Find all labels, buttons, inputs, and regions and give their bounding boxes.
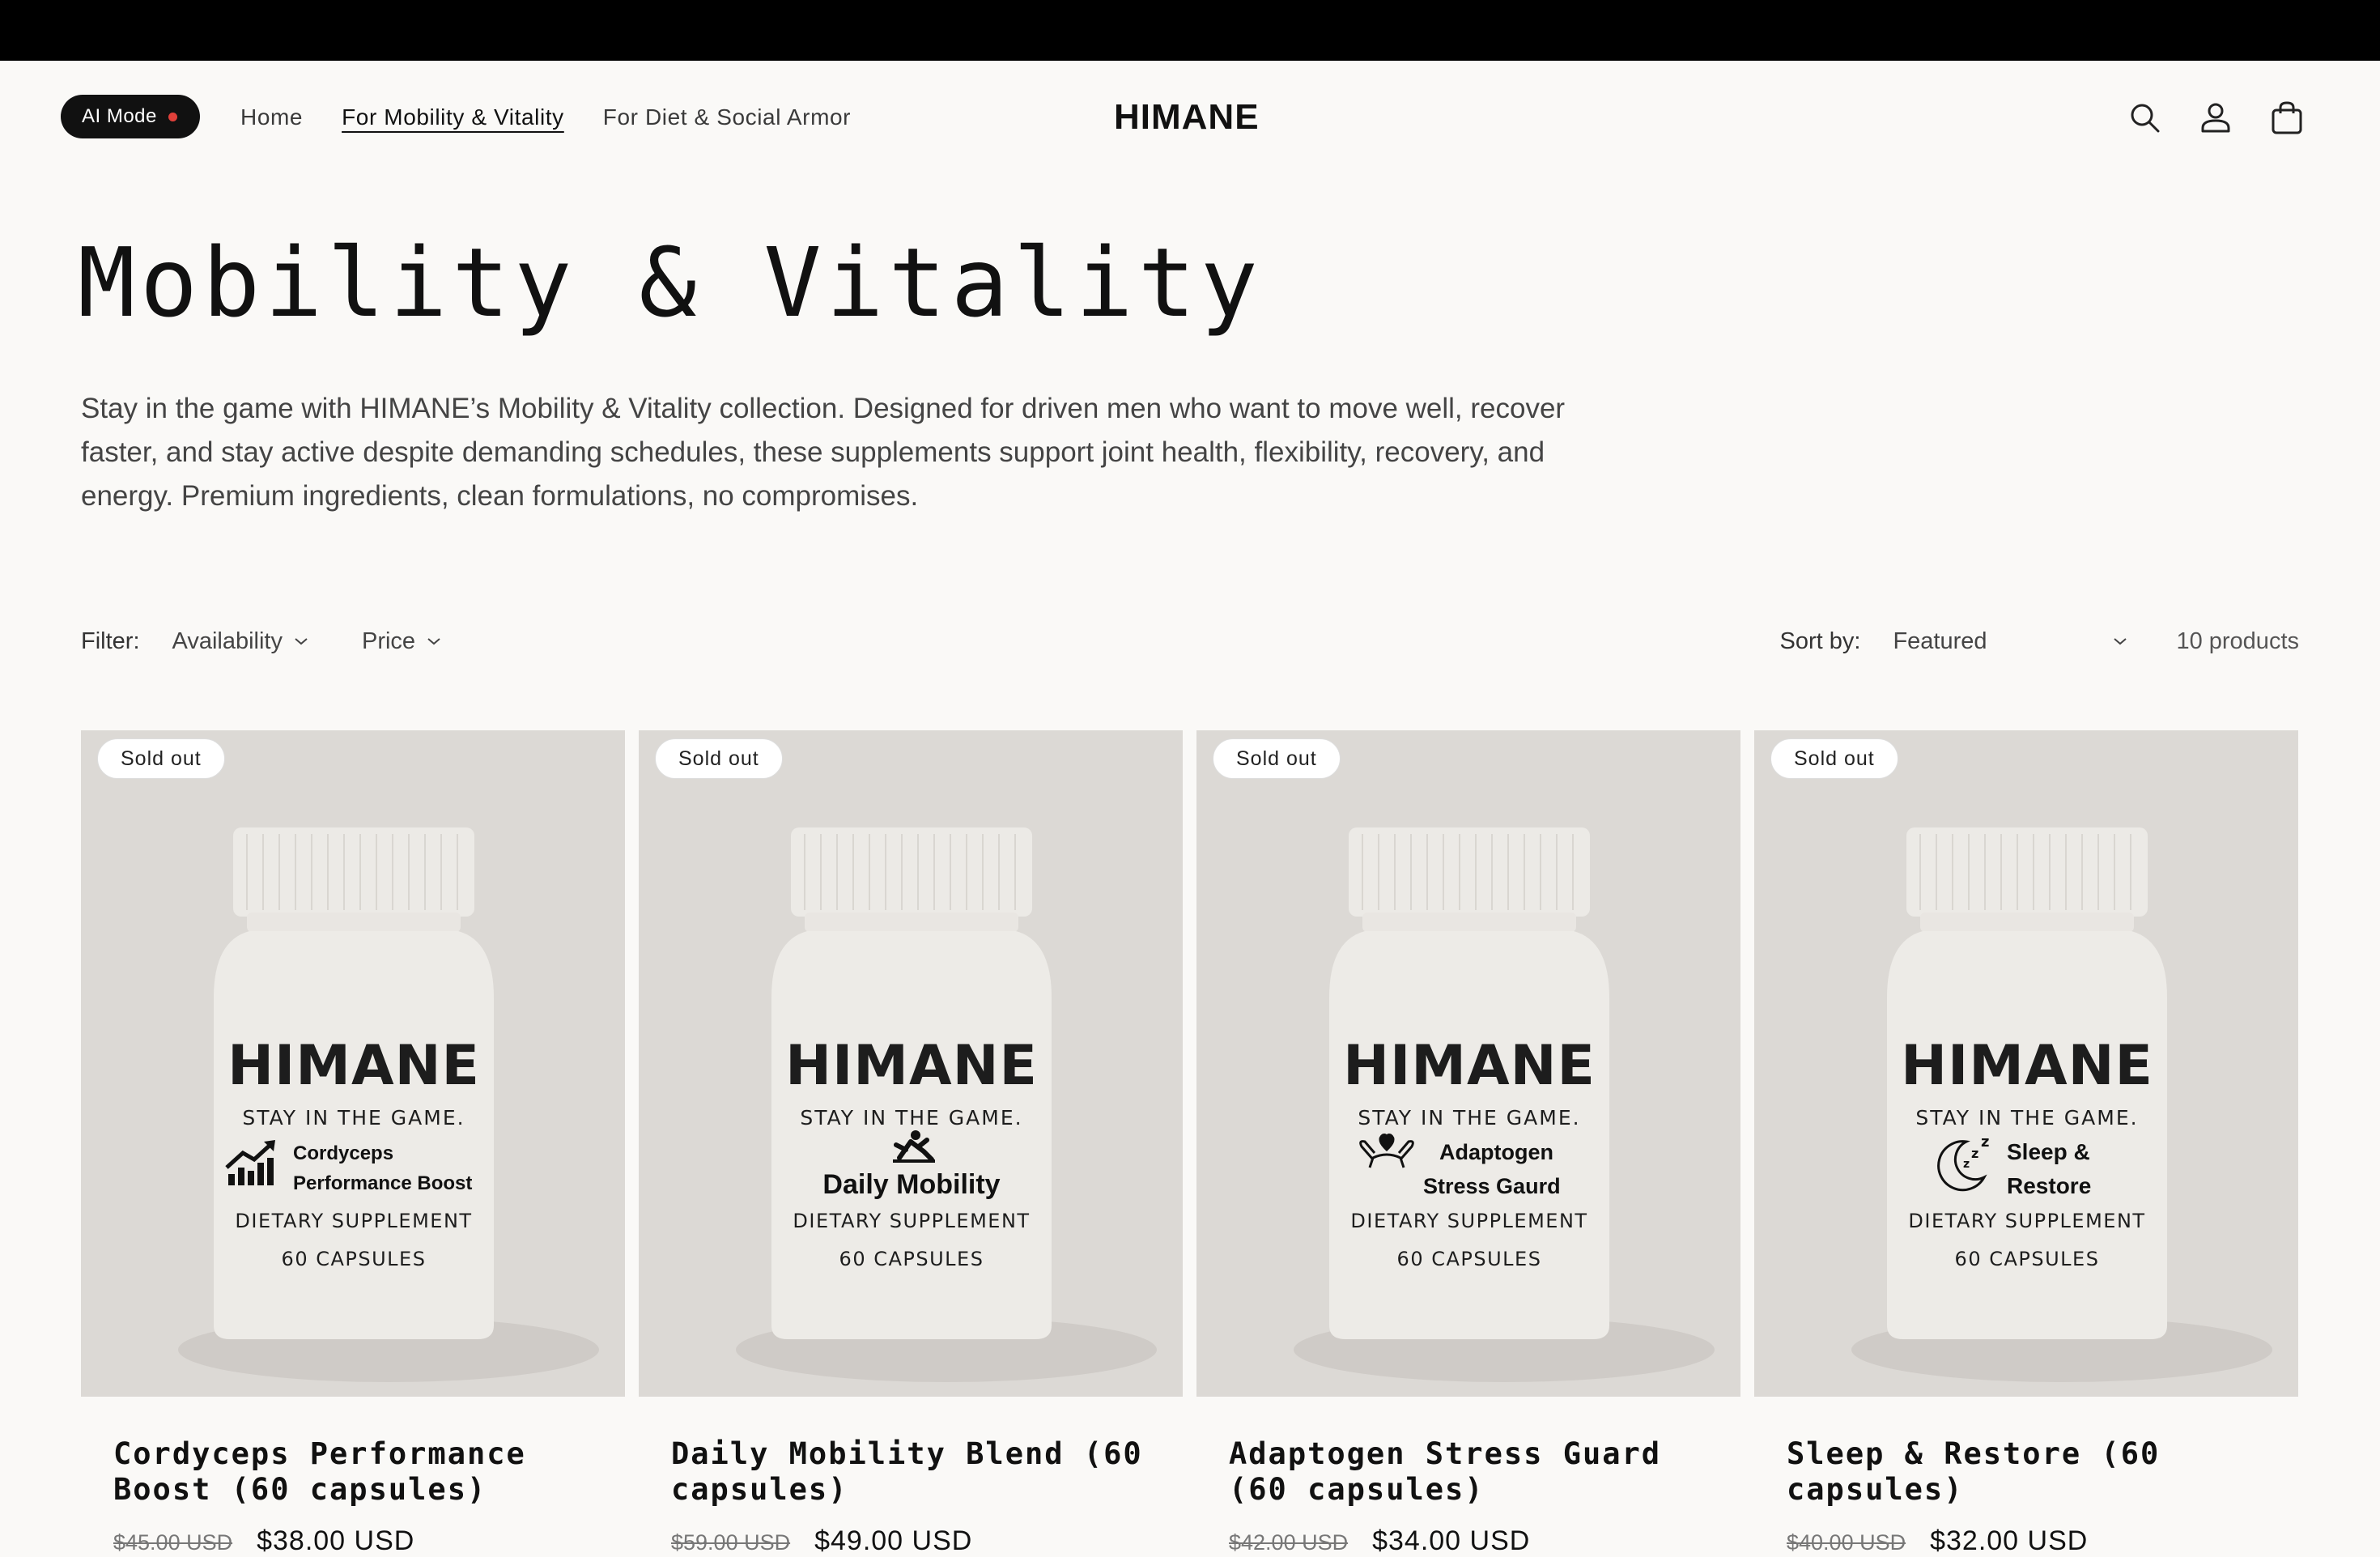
bottle-tagline: STAY IN THE GAME. (1358, 1106, 1580, 1129)
bottle-brand: HIMANE (227, 1034, 480, 1098)
product-price: $40.00 USD $32.00 USD (1787, 1525, 2088, 1557)
product-image[interactable]: HIMANE STAY IN THE GAME. Daily Mobility … (639, 730, 1183, 1397)
chevron-down-icon (427, 638, 440, 645)
compare-at-price: $42.00 USD (1229, 1530, 1349, 1555)
sold-out-badge: Sold out (97, 738, 225, 779)
product-card[interactable]: HIMANE STAY IN THE GAME. Cordyceps Perfo… (81, 730, 625, 1556)
sold-out-badge: Sold out (1213, 738, 1341, 779)
search-icon[interactable] (2127, 100, 2162, 135)
sold-out-badge: Sold out (655, 738, 783, 779)
site-logo[interactable]: HIMANE (1114, 61, 1260, 174)
bottle-illustration: HIMANE STAY IN THE GAME. z z z Sleep & R… (1851, 827, 2272, 1382)
bottle-supplement: DIETARY SUPPLEMENT (1350, 1210, 1587, 1232)
cart-icon[interactable] (2269, 100, 2305, 135)
bottle-illustration: HIMANE STAY IN THE GAME. Daily Mobility … (736, 827, 1157, 1382)
compare-at-price: $40.00 USD (1787, 1530, 1906, 1555)
account-icon[interactable] (2198, 100, 2233, 135)
bottle-illustration: HIMANE STAY IN THE GAME. Cordyceps Perfo… (178, 827, 599, 1382)
product-title[interactable]: Sleep & Restore (60 capsules) (1787, 1436, 2289, 1508)
bottle-brand: HIMANE (785, 1034, 1038, 1098)
bottle-product-line2: Performance Boost (293, 1172, 472, 1194)
svg-text:z: z (1963, 1158, 1970, 1171)
main-nav: Home For Mobility & Vitality For Diet & … (240, 61, 851, 174)
sale-price: $34.00 USD (1372, 1525, 1531, 1556)
product-card[interactable]: HIMANE STAY IN THE GAME. z z z Sleep & R… (1754, 730, 2298, 1556)
bottle-capsules: 60 CAPSULES (839, 1248, 984, 1270)
chevron-down-icon (295, 638, 308, 645)
ai-mode-status-dot (168, 112, 177, 121)
bottle-illustration: HIMANE STAY IN THE GAME. Adaptogen Stres… (1294, 827, 1715, 1382)
product-image[interactable]: HIMANE STAY IN THE GAME. Adaptogen Stres… (1196, 730, 1740, 1397)
collection-description: Stay in the game with HIMANE’s Mobility … (81, 393, 1566, 512)
product-title[interactable]: Adaptogen Stress Guard (60 capsules) (1229, 1436, 1731, 1508)
sale-price: $38.00 USD (257, 1525, 415, 1556)
product-image[interactable]: HIMANE STAY IN THE GAME. z z z Sleep & R… (1754, 730, 2298, 1397)
sort-select[interactable]: Featured (1893, 628, 2127, 655)
product-count: 10 products (2176, 627, 2299, 654)
site-header: AI Mode Home For Mobility & Vitality For… (0, 61, 2380, 174)
bottle-supplement: DIETARY SUPPLEMENT (793, 1210, 1030, 1232)
bottle-capsules: 60 CAPSULES (282, 1248, 427, 1270)
product-title[interactable]: Cordyceps Performance Boost (60 capsules… (113, 1436, 615, 1508)
compare-at-price: $59.00 USD (671, 1530, 791, 1555)
chevron-down-icon (2114, 638, 2127, 645)
bottle-product-line2: Restore (2007, 1173, 2091, 1198)
product-price: $59.00 USD $49.00 USD (671, 1525, 972, 1557)
svg-text:z: z (1981, 1134, 1989, 1151)
bottle-tagline: STAY IN THE GAME. (1915, 1106, 2138, 1129)
filter-bar: Filter: Availability Price Sort by: Feat… (81, 615, 2299, 667)
sort-select-value: Featured (1893, 627, 1987, 654)
product-price: $45.00 USD $38.00 USD (113, 1525, 414, 1557)
bottle-product-line1: Sleep & (2007, 1139, 2090, 1164)
bottle-brand: HIMANE (1343, 1034, 1596, 1098)
ai-mode-toggle[interactable]: AI Mode (61, 95, 200, 138)
bottle-supplement: DIETARY SUPPLEMENT (235, 1210, 472, 1232)
bottle-capsules: 60 CAPSULES (1397, 1248, 1542, 1270)
page-title: Mobility & Vitality (78, 227, 1263, 338)
product-image[interactable]: HIMANE STAY IN THE GAME. Cordyceps Perfo… (81, 730, 625, 1397)
top-announcement-bar (0, 0, 2380, 61)
svg-text:z: z (1971, 1146, 1978, 1161)
bottle-product-line1: Daily Mobility (822, 1169, 1000, 1200)
nav-home[interactable]: Home (240, 104, 303, 130)
bottle-supplement: DIETARY SUPPLEMENT (1908, 1210, 2145, 1232)
sold-out-badge: Sold out (1770, 738, 1898, 779)
bottle-tagline: STAY IN THE GAME. (800, 1106, 1022, 1129)
bottle-product-line1: Cordyceps (293, 1142, 393, 1164)
sort-label: Sort by: (1779, 627, 1861, 654)
bottle-brand: HIMANE (1901, 1034, 2153, 1098)
price-filter-label: Price (361, 627, 416, 654)
bottle-product-line1: Adaptogen (1439, 1140, 1553, 1164)
availability-filter-label: Availability (172, 627, 283, 654)
product-card[interactable]: HIMANE STAY IN THE GAME. Adaptogen Stres… (1196, 730, 1740, 1556)
nav-diet-social-armor[interactable]: For Diet & Social Armor (603, 104, 851, 130)
sale-price: $49.00 USD (814, 1525, 973, 1556)
price-filter[interactable]: Price (362, 628, 441, 655)
product-price: $42.00 USD $34.00 USD (1229, 1525, 1530, 1557)
filter-label: Filter: (81, 627, 140, 654)
bottle-capsules: 60 CAPSULES (1955, 1248, 2100, 1270)
compare-at-price: $45.00 USD (113, 1530, 233, 1555)
sale-price: $32.00 USD (1930, 1525, 2089, 1556)
sort-controls: Sort by: Featured 10 products (1780, 615, 2299, 667)
bottle-product-line2: Stress Gaurd (1423, 1174, 1561, 1198)
product-title[interactable]: Daily Mobility Blend (60 capsules) (671, 1436, 1173, 1508)
bottle-tagline: STAY IN THE GAME. (242, 1106, 465, 1129)
ai-mode-label: AI Mode (82, 105, 157, 127)
header-icons (2127, 61, 2305, 174)
product-card[interactable]: HIMANE STAY IN THE GAME. Daily Mobility … (639, 730, 1183, 1556)
nav-mobility-vitality[interactable]: For Mobility & Vitality (342, 104, 564, 130)
availability-filter[interactable]: Availability (172, 628, 308, 655)
filter-controls: Filter: Availability Price (81, 615, 495, 667)
